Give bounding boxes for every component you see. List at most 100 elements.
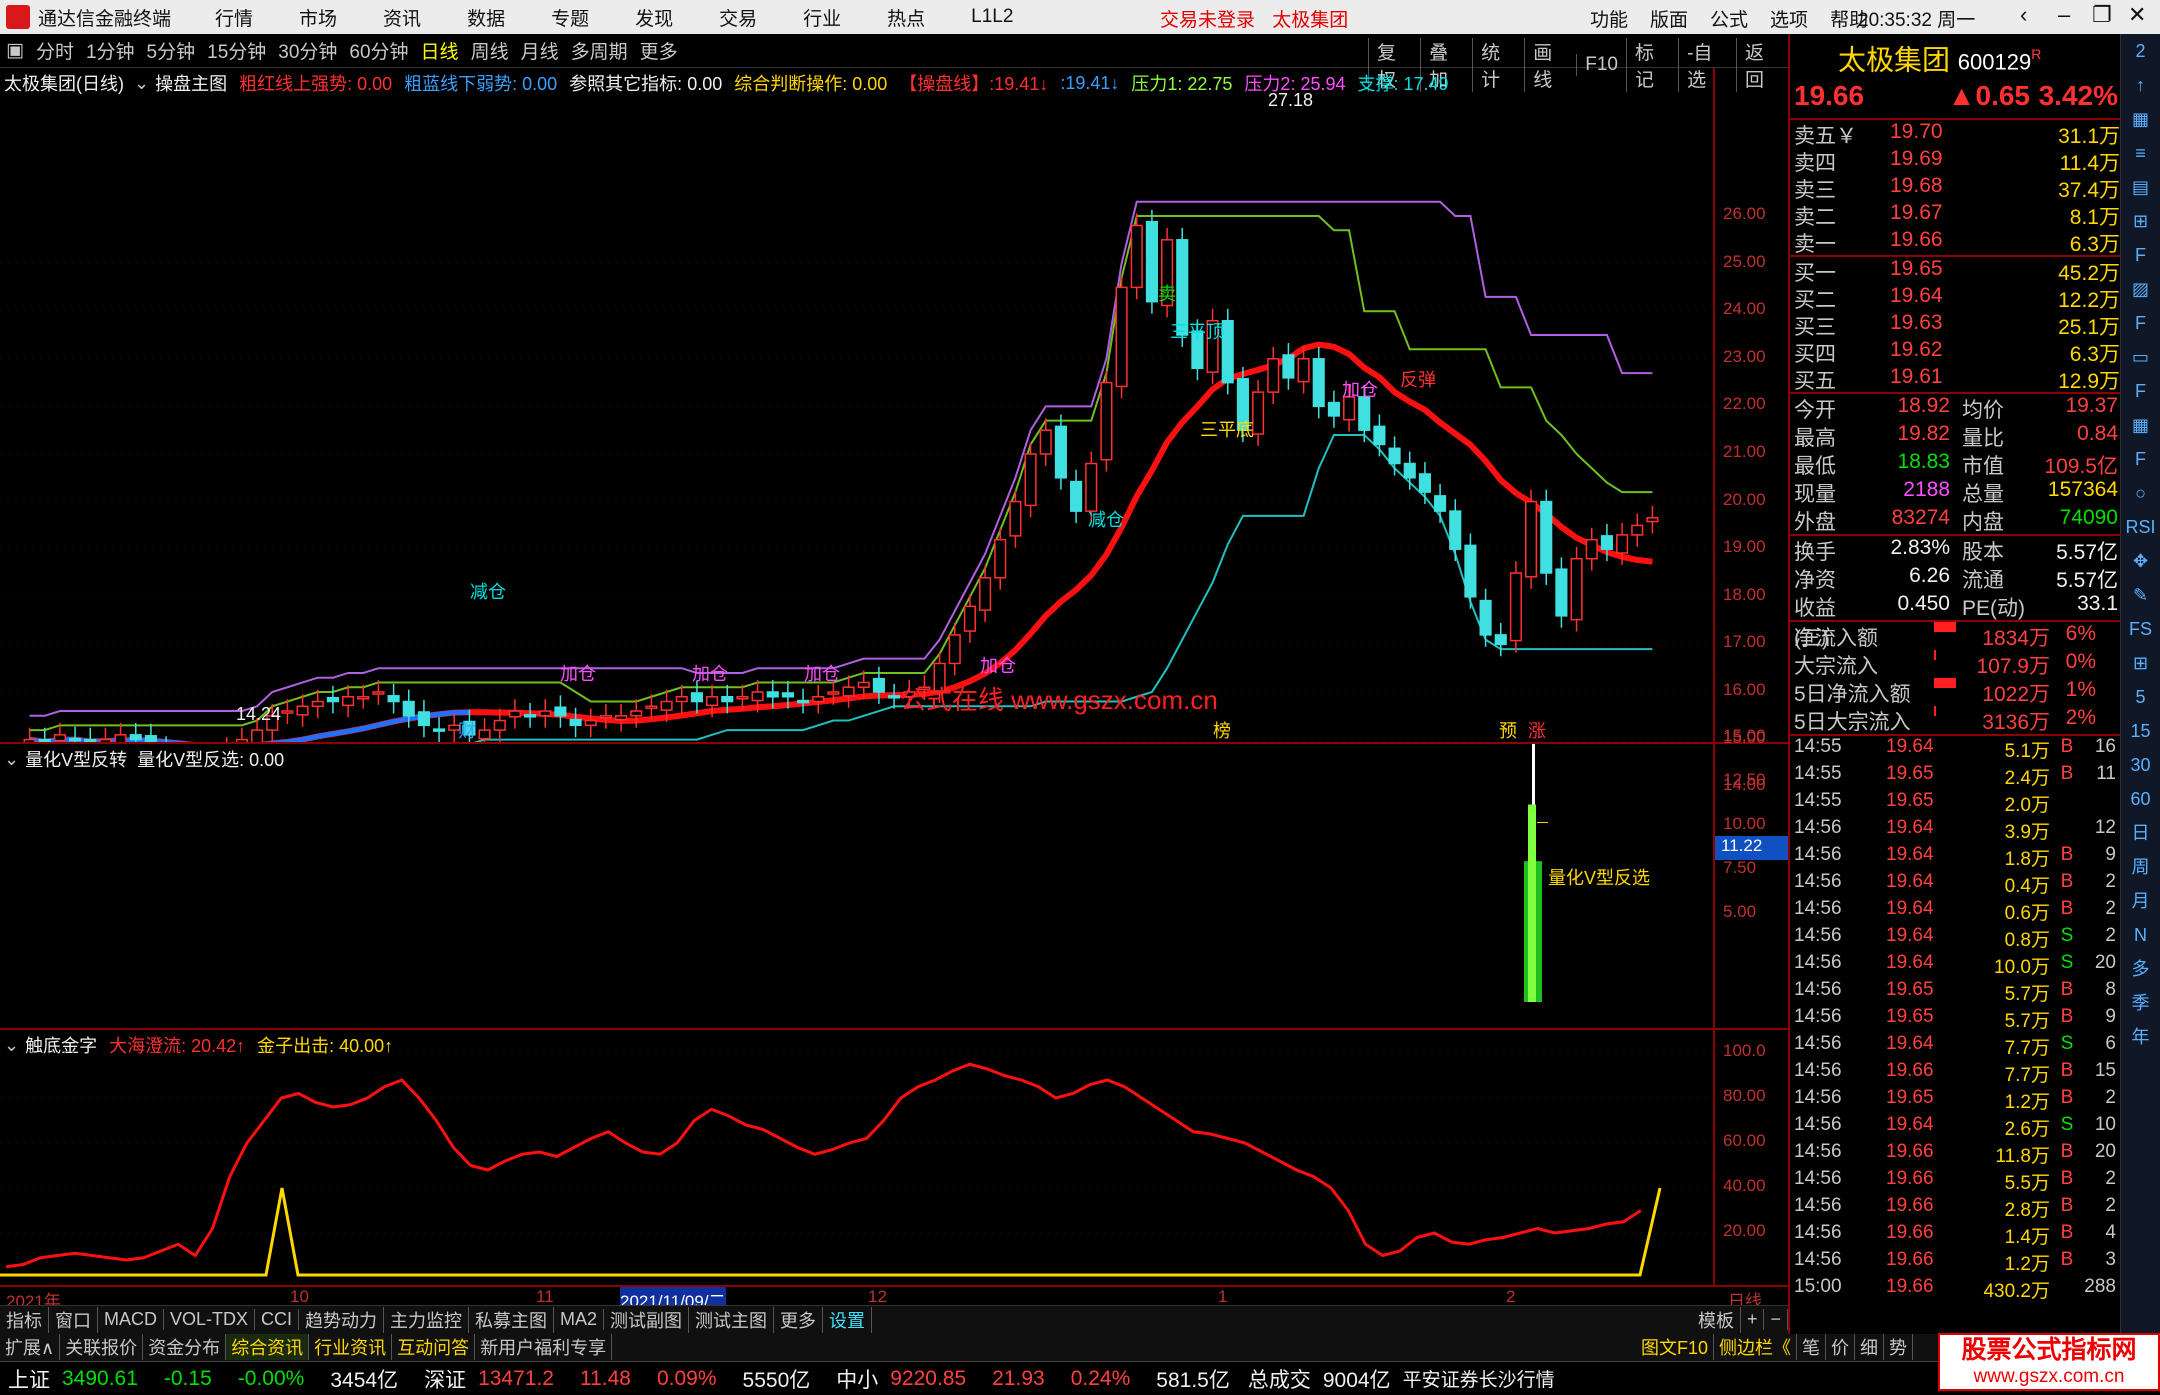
order-book-row[interactable]: 买五 19.61 12.9万 — [1790, 365, 2120, 393]
side-tool-icon[interactable]: 月 — [2121, 884, 2160, 918]
info-tab[interactable]: 行业资讯 — [309, 1334, 393, 1360]
side-tool-icon[interactable]: ▦ — [2121, 408, 2160, 442]
side-tool-icon[interactable]: 5 — [2121, 680, 2160, 714]
tick-trades[interactable]: 14:55 19.64 5.1万 B 16 14:55 19.65 2.4万 B 11 14:55 1… — [1790, 736, 2120, 1303]
side-tool-icon[interactable]: ▭ — [2121, 340, 2160, 374]
side-tool-icon[interactable]: 日 — [2121, 816, 2160, 850]
period-tab[interactable]: 1分钟 — [86, 37, 135, 64]
close-icon[interactable]: ✕ — [2128, 2, 2146, 28]
side-tool-icon[interactable]: ⊞ — [2121, 646, 2160, 680]
index-name[interactable]: 上证 — [8, 1364, 50, 1394]
menu-item[interactable]: 行情 — [215, 4, 253, 31]
side-tab[interactable]: 侧边栏《 — [1714, 1334, 1798, 1360]
indicator-tab[interactable]: CCI — [255, 1309, 300, 1330]
side-tab[interactable]: 细 — [1855, 1334, 1885, 1360]
order-book-row[interactable]: 买三 19.63 25.1万 — [1790, 311, 2120, 339]
template-button[interactable]: + — [1741, 1309, 1765, 1330]
indicator-tab[interactable]: 私募主图 — [469, 1306, 555, 1333]
back-icon[interactable]: ‹ — [2020, 2, 2027, 28]
side-tool-icon[interactable]: 年 — [2121, 1020, 2160, 1054]
right-menu-item[interactable]: 功能 — [1590, 5, 1628, 32]
order-book-row[interactable]: 卖二 19.67 8.1万 — [1790, 201, 2120, 229]
menu-item[interactable]: 发现 — [635, 4, 673, 31]
info-tab[interactable]: 扩展∧ — [0, 1334, 61, 1360]
side-tool-icon[interactable]: 15 — [2121, 714, 2160, 748]
kline-chart[interactable]: 27.1814.24三平底三平顶减仓卖加仓 反弹减仓财榜预涨加仓 加仓 加仓 加仓 — [0, 68, 1713, 742]
indicator-tab[interactable]: MA2 — [554, 1309, 605, 1330]
side-tool-icon[interactable]: ↑ — [2121, 68, 2160, 102]
side-tool-icon[interactable]: ✥ — [2121, 544, 2160, 578]
menu-item[interactable]: 市场 — [299, 4, 337, 31]
indicator-tab[interactable]: 设置 — [823, 1306, 873, 1333]
right-menu-item[interactable]: 选项 — [1770, 5, 1808, 32]
info-tab[interactable]: 资金分布 — [143, 1334, 227, 1360]
menu-item[interactable]: 交易 — [719, 4, 757, 31]
template-button[interactable]: 模板 — [1692, 1306, 1741, 1333]
order-book-row[interactable]: 卖四 19.69 11.4万 — [1790, 147, 2120, 175]
side-tool-icon[interactable]: 60 — [2121, 782, 2160, 816]
indicator-tab[interactable]: 窗口 — [49, 1306, 98, 1333]
template-button[interactable]: − — [1764, 1309, 1788, 1330]
side-tab[interactable]: 图文F10 — [1636, 1334, 1715, 1360]
side-tab[interactable]: 势 — [1884, 1334, 1914, 1360]
side-tab[interactable]: 笔 — [1797, 1334, 1827, 1360]
vrev-chart[interactable]: ↑ — [0, 744, 1713, 1028]
menu-item[interactable]: 热点 — [887, 4, 925, 31]
indicator-tab[interactable]: 趋势动力 — [299, 1306, 385, 1333]
side-tab[interactable]: 价 — [1826, 1334, 1856, 1360]
restore-icon[interactable]: ❐ — [2092, 2, 2112, 28]
menu-item[interactable]: 专题 — [551, 4, 589, 31]
period-tab[interactable]: 分时 — [36, 37, 74, 64]
side-tool-icon[interactable]: ▦ — [2121, 102, 2160, 136]
order-book-row[interactable]: 卖三 19.68 37.4万 — [1790, 174, 2120, 202]
side-tool-icon[interactable]: ≡ — [2121, 136, 2160, 170]
order-book-row[interactable]: 买一 19.65 45.2万 — [1790, 257, 2120, 285]
side-tool-icon[interactable]: 周 — [2121, 850, 2160, 884]
period-tab[interactable]: 周线 — [471, 37, 509, 64]
side-tool-icon[interactable]: F — [2121, 374, 2160, 408]
side-tool-icon[interactable]: 2 — [2121, 34, 2160, 68]
side-tool-icon[interactable]: 多 — [2121, 952, 2160, 986]
side-tool-icon[interactable]: ✎ — [2121, 578, 2160, 612]
toggle-icon[interactable]: ▣ — [6, 39, 24, 62]
indicator-tab[interactable]: 指标 — [0, 1306, 49, 1333]
index-name[interactable]: 深证 — [424, 1364, 466, 1394]
info-tab[interactable]: 互动问答 — [392, 1334, 476, 1360]
side-tool-icon[interactable]: 30 — [2121, 748, 2160, 782]
info-tab[interactable]: 关联报价 — [60, 1334, 144, 1360]
order-book-row[interactable]: 卖一 19.66 6.3万 — [1790, 228, 2120, 256]
right-menu-item[interactable]: 版面 — [1650, 5, 1688, 32]
period-tab[interactable]: 日线 — [421, 37, 459, 64]
indicator-tab[interactable]: 主力监控 — [384, 1306, 470, 1333]
menu-item[interactable]: L1L2 — [971, 6, 1013, 28]
indicator-tab[interactable]: 测试主图 — [689, 1306, 775, 1333]
period-tab[interactable]: 更多 — [640, 37, 678, 64]
side-tool-icon[interactable]: N — [2121, 918, 2160, 952]
gold-chart[interactable] — [0, 1030, 1713, 1285]
period-tab[interactable]: 多周期 — [571, 37, 628, 64]
period-tab[interactable]: 5分钟 — [147, 37, 196, 64]
period-tab[interactable]: 月线 — [521, 37, 559, 64]
order-book-row[interactable]: 买二 19.64 12.2万 — [1790, 284, 2120, 312]
info-tab[interactable]: 新用户福利专享 — [475, 1334, 613, 1360]
menu-item[interactable]: 资讯 — [383, 4, 421, 31]
side-tool-icon[interactable]: ○ — [2121, 476, 2160, 510]
menu-item[interactable]: 行业 — [803, 4, 841, 31]
indicator-tab[interactable]: 测试副图 — [604, 1306, 690, 1333]
side-tool-icon[interactable]: FS — [2121, 612, 2160, 646]
period-tab[interactable]: 60分钟 — [349, 37, 408, 64]
order-book-row[interactable]: 卖五￥ 19.70 31.1万 — [1790, 120, 2120, 148]
side-tool-icon[interactable]: ▨ — [2121, 272, 2160, 306]
side-tool-icon[interactable]: F — [2121, 442, 2160, 476]
minimize-icon[interactable]: – — [2058, 2, 2070, 28]
side-tool-icon[interactable]: 季 — [2121, 986, 2160, 1020]
menu-item[interactable]: 数据 — [467, 4, 505, 31]
info-tab[interactable]: 综合资讯 — [226, 1334, 310, 1360]
side-tool-icon[interactable]: RSI — [2121, 510, 2160, 544]
period-tab[interactable]: 15分钟 — [207, 37, 266, 64]
side-tool-icon[interactable]: F — [2121, 306, 2160, 340]
order-book-row[interactable]: 买四 19.62 6.3万 — [1790, 338, 2120, 366]
side-tool-icon[interactable]: ⊞ — [2121, 204, 2160, 238]
index-name[interactable]: 中小 — [836, 1364, 878, 1394]
side-tool-icon[interactable]: ▤ — [2121, 170, 2160, 204]
